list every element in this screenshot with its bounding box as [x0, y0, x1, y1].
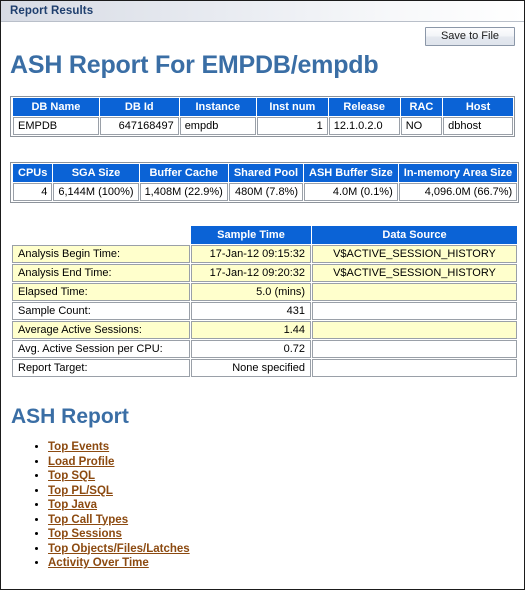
cell-sample-time: 431: [191, 302, 311, 320]
window-titlebar: Report Results: [1, 1, 524, 22]
list-item: Top Objects/Files/Latches: [48, 542, 515, 557]
report-content: Save to File ASH Report For EMPDB/empdb …: [1, 22, 524, 589]
report-link-5[interactable]: Top Call Types: [48, 514, 128, 526]
cell-metric-label: Analysis End Time:: [12, 264, 190, 282]
db-info-header-row: DB Name DB Id Instance Inst num Release …: [13, 98, 513, 116]
table-row: Average Active Sessions: 1.44: [12, 321, 517, 339]
report-link-2[interactable]: Top SQL: [48, 470, 95, 482]
table-row: 4 6,144M (100%) 1,408M (22.9%) 480M (7.8…: [13, 183, 518, 201]
col-ash-buffer-size: ASH Buffer Size: [304, 164, 398, 182]
col-sample-time: Sample Time: [191, 226, 311, 244]
memory-header-row: CPUs SGA Size Buffer Cache Shared Pool A…: [13, 164, 518, 182]
memory-table-wrapper: CPUs SGA Size Buffer Cache Shared Pool A…: [10, 162, 520, 203]
list-item: Top SQL: [48, 469, 515, 484]
cell-data-source: [312, 321, 517, 339]
report-link-1[interactable]: Load Profile: [48, 456, 114, 468]
cell-db-name: EMPDB: [13, 117, 99, 135]
col-data-source: Data Source: [312, 226, 517, 244]
list-item: Top Sessions: [48, 527, 515, 542]
save-to-file-button[interactable]: Save to File: [425, 27, 515, 46]
cell-rac: NO: [400, 117, 443, 135]
cell-sample-time: None specified: [191, 359, 311, 377]
page-title: ASH Report For EMPDB/empdb: [10, 51, 379, 79]
cell-ash-buffer-size: 4.0M (0.1%): [304, 183, 398, 201]
cell-sample-time: 17-Jan-12 09:20:32: [191, 264, 311, 282]
db-info-table-wrapper: DB Name DB Id Instance Inst num Release …: [10, 96, 515, 137]
report-link-8[interactable]: Activity Over Time: [48, 557, 149, 569]
report-window: Report Results Save to File ASH Report F…: [0, 0, 525, 590]
col-sga-size: SGA Size: [53, 164, 139, 182]
col-metric-blank: [12, 226, 190, 244]
list-item: Top PL/SQL: [48, 484, 515, 499]
memory-info-table: CPUs SGA Size Buffer Cache Shared Pool A…: [12, 163, 519, 202]
cell-release: 12.1.0.2.0: [328, 117, 400, 135]
cell-data-source: [312, 340, 517, 358]
cell-sample-time: 0.72: [191, 340, 311, 358]
table-row: Analysis End Time: 17-Jan-12 09:20:32 V$AC…: [12, 264, 517, 282]
cell-sample-time: 1.44: [191, 321, 311, 339]
window-title: Report Results: [10, 5, 94, 17]
db-info-table: DB Name DB Id Instance Inst num Release …: [12, 97, 514, 136]
cell-metric-label: Avg. Active Session per CPU:: [12, 340, 190, 358]
col-instance: Instance: [179, 98, 256, 116]
section-title: ASH Report: [11, 405, 129, 428]
report-link-4[interactable]: Top Java: [48, 499, 97, 511]
list-item: Load Profile: [48, 455, 515, 470]
cell-host: dbhost: [443, 117, 513, 135]
cell-data-source: V$ACTIVE_SESSION_HISTORY: [312, 264, 517, 282]
col-host: Host: [443, 98, 513, 116]
cell-data-source: [312, 302, 517, 320]
cell-shared-pool: 480M (7.8%): [228, 183, 304, 201]
report-link-3[interactable]: Top PL/SQL: [48, 485, 113, 497]
list-item: Activity Over Time: [48, 556, 515, 571]
cell-metric-label: Analysis Begin Time:: [12, 245, 190, 263]
list-item: Top Java: [48, 498, 515, 513]
report-link-6[interactable]: Top Sessions: [48, 528, 122, 540]
toolbar: Save to File: [10, 22, 515, 49]
list-item: Top Events: [48, 440, 515, 455]
col-db-id: DB Id: [99, 98, 179, 116]
table-row: Report Target: None specified: [12, 359, 517, 377]
table-row: Analysis Begin Time: 17-Jan-12 09:15:32 V$…: [12, 245, 517, 263]
table-row: EMPDB 647168497 empdb 1 12.1.0.2.0 NO db…: [13, 117, 513, 135]
cell-db-id: 647168497: [99, 117, 179, 135]
sample-time-table: Sample Time Data Source Analysis Begin T…: [11, 225, 518, 378]
report-section-links: Top Events Load Profile Top SQL Top PL/SQL T…: [10, 440, 515, 571]
cell-instance: empdb: [179, 117, 256, 135]
sample-header-row: Sample Time Data Source: [12, 226, 517, 244]
cell-inmemory-area: 4,096.0M (66.7%): [398, 183, 518, 201]
col-release: Release: [328, 98, 400, 116]
cell-data-source: V$ACTIVE_SESSION_HISTORY: [312, 245, 517, 263]
col-inmemory-area: In-memory Area Size: [398, 164, 518, 182]
cell-metric-label: Report Target:: [12, 359, 190, 377]
sample-table-body: Analysis Begin Time: 17-Jan-12 09:15:32 V$…: [12, 245, 517, 377]
col-inst-num: Inst num: [256, 98, 328, 116]
cell-buffer-cache: 1,408M (22.9%): [139, 183, 228, 201]
cell-data-source: [312, 359, 517, 377]
table-row: Sample Count: 431: [12, 302, 517, 320]
table-row: Elapsed Time: 5.0 (mins): [12, 283, 517, 301]
cell-cpus: 4: [13, 183, 53, 201]
col-cpus: CPUs: [13, 164, 53, 182]
cell-sample-time: 5.0 (mins): [191, 283, 311, 301]
col-buffer-cache: Buffer Cache: [139, 164, 228, 182]
col-rac: RAC: [400, 98, 443, 116]
report-link-0[interactable]: Top Events: [48, 441, 109, 453]
cell-inst-num: 1: [256, 117, 328, 135]
col-db-name: DB Name: [13, 98, 99, 116]
cell-metric-label: Sample Count:: [12, 302, 190, 320]
list-item: Top Call Types: [48, 513, 515, 528]
cell-metric-label: Average Active Sessions:: [12, 321, 190, 339]
col-shared-pool: Shared Pool: [228, 164, 304, 182]
cell-sga-size: 6,144M (100%): [53, 183, 139, 201]
report-link-7[interactable]: Top Objects/Files/Latches: [48, 543, 190, 555]
cell-data-source: [312, 283, 517, 301]
table-row: Avg. Active Session per CPU: 0.72: [12, 340, 517, 358]
cell-sample-time: 17-Jan-12 09:15:32: [191, 245, 311, 263]
cell-metric-label: Elapsed Time:: [12, 283, 190, 301]
